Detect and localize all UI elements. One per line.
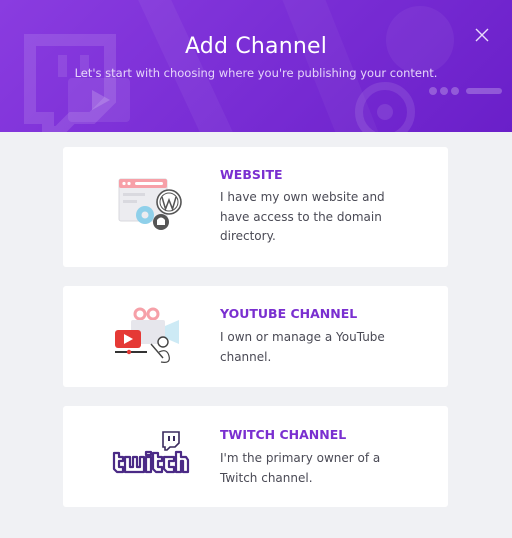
website-illustration-icon — [118, 178, 182, 230]
add-channel-dialog: Add Channel Let's start with choosing wh… — [0, 0, 512, 538]
twitch-logo-icon — [112, 431, 190, 474]
close-icon[interactable] — [472, 25, 492, 45]
channel-description: I own or manage a YouTube channel. — [220, 330, 385, 364]
channel-title: YOUTUBE CHANNEL — [220, 306, 358, 321]
channel-option-youtube[interactable]: YOUTUBE CHANNEL I own or manage a YouTub… — [63, 286, 448, 387]
dialog-header: Add Channel Let's start with choosing wh… — [0, 0, 512, 132]
channel-description: I have my own website and have access to… — [220, 190, 385, 243]
channel-title: TWITCH CHANNEL — [220, 427, 347, 442]
channel-option-website[interactable]: WEBSITE I have my own website and have a… — [63, 147, 448, 267]
channel-option-twitch[interactable]: TWITCH CHANNEL I'm the primary owner of … — [63, 406, 448, 507]
youtube-illustration-icon — [115, 307, 179, 363]
dialog-subtitle: Let's start with choosing where you're p… — [74, 66, 438, 80]
dialog-title: Add Channel — [184, 34, 328, 59]
channel-description: I'm the primary owner of a Twitch channe… — [220, 451, 381, 485]
channel-title: WEBSITE — [220, 167, 283, 182]
